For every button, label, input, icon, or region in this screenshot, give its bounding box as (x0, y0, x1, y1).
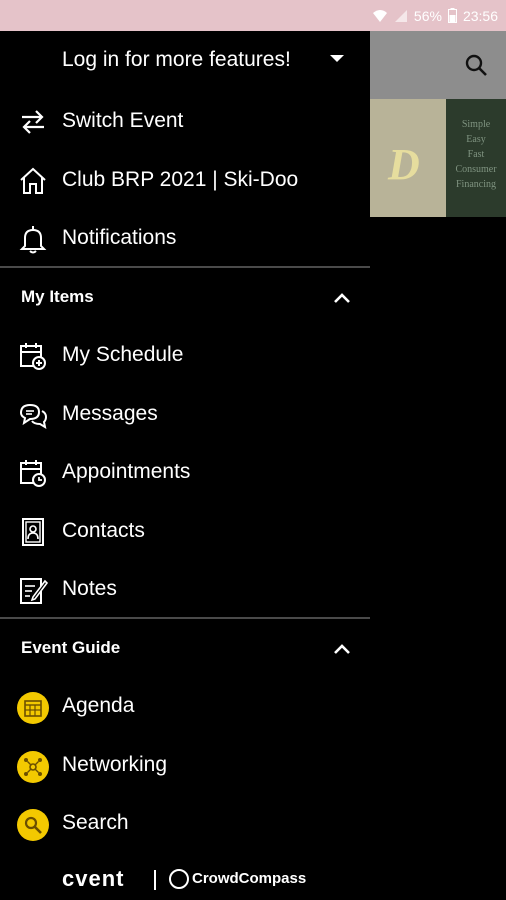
menu-item-notes[interactable]: Notes (0, 561, 370, 619)
menu-item-search[interactable]: Search (0, 795, 370, 853)
menu-item-appointments[interactable]: Appointments (0, 444, 370, 502)
section-title: My Items (21, 287, 94, 306)
background-header (370, 31, 506, 99)
menu-item-contacts[interactable]: Contacts (0, 503, 370, 561)
menu-item-label: My Schedule (62, 343, 184, 366)
menu-item-label: Club BRP 2021 | Ski-Doo (62, 168, 299, 191)
menu-item-my-schedule[interactable]: My Schedule (0, 327, 370, 385)
notepad-icon (18, 575, 49, 605)
status-bar: 56% 23:56 (0, 0, 506, 31)
menu-item-label: Contacts (62, 519, 145, 542)
home-icon (18, 166, 48, 196)
calendar-clock-icon (18, 458, 48, 488)
chevron-up-icon[interactable] (333, 291, 351, 309)
switch-arrows-icon (18, 107, 48, 137)
navigation-drawer: Log in for more features! Switch Event C… (0, 31, 370, 900)
menu-item-agenda[interactable]: Agenda (0, 678, 370, 736)
network-icon (17, 751, 49, 783)
background-banner: D Simple Easy Fast Consumer Financing (370, 99, 506, 217)
section-header-my-items[interactable]: My Items (0, 273, 370, 323)
menu-item-label: Appointments (62, 460, 191, 483)
battery-icon (447, 8, 457, 23)
menu-item-switch-event[interactable]: Switch Event (0, 93, 370, 151)
login-prompt: Log in for more features! (62, 48, 291, 71)
search-icon (17, 809, 49, 841)
drawer-footer: cvent CrowdCompass (0, 860, 370, 900)
footer-separator (154, 870, 156, 890)
search-icon[interactable] (464, 53, 488, 82)
menu-item-label: Networking (62, 753, 168, 776)
calendar-add-icon (18, 341, 48, 371)
crowdcompass-logo-icon (169, 869, 189, 889)
cvent-logo: cvent (62, 866, 125, 891)
menu-item-label: Notifications (62, 226, 177, 249)
signal-icon (394, 9, 408, 23)
battery-percent: 56% (413, 7, 442, 24)
banner-logo: D (388, 140, 420, 189)
chat-bubbles-icon (18, 400, 48, 430)
contact-book-icon (18, 517, 48, 547)
menu-item-label: Switch Event (62, 109, 184, 132)
status-icons: 56% 23:56 (372, 0, 498, 31)
wifi-icon (372, 9, 388, 23)
menu-item-label: Agenda (62, 694, 135, 717)
section-header-event-guide[interactable]: Event Guide (0, 624, 370, 674)
divider (0, 617, 370, 619)
grid-calendar-icon (17, 692, 49, 724)
section-title: Event Guide (21, 638, 121, 657)
menu-item-notifications[interactable]: Notifications (0, 210, 370, 268)
dropdown-caret-icon[interactable] (330, 55, 344, 62)
menu-item-label: Notes (62, 577, 117, 600)
banner-text: Simple Easy Fast Consumer Financing (455, 119, 497, 190)
login-row[interactable]: Log in for more features! (0, 31, 370, 89)
divider (0, 266, 370, 268)
crowdcompass-logo: CrowdCompass (192, 870, 307, 887)
bell-icon (18, 224, 48, 254)
menu-item-label: Search (62, 811, 129, 834)
menu-item-messages[interactable]: Messages (0, 386, 370, 444)
background-app: D Simple Easy Fast Consumer Financing (370, 31, 506, 900)
chevron-up-icon[interactable] (333, 642, 351, 660)
clock: 23:56 (462, 7, 498, 24)
menu-item-label: Messages (62, 402, 158, 425)
menu-item-event-home[interactable]: Club BRP 2021 | Ski-Doo (0, 152, 370, 210)
menu-item-networking[interactable]: Networking (0, 737, 370, 795)
